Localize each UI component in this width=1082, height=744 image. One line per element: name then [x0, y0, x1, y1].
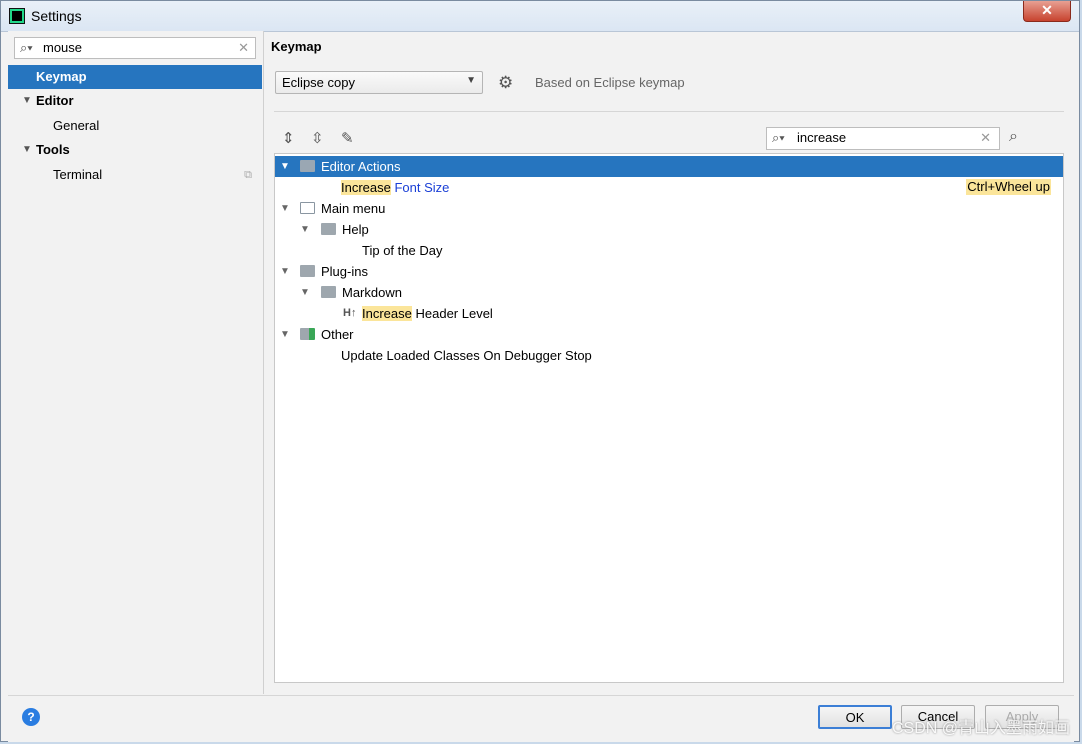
search-match-highlight: Increase — [362, 306, 412, 321]
search-icon: ⌕▾ — [20, 40, 33, 55]
sidebar-item-label: Keymap — [36, 69, 87, 84]
sidebar-item-general[interactable]: General — [8, 114, 262, 138]
tree-node-label: Main menu — [321, 201, 386, 216]
shortcut-badge: Ctrl+Wheel up — [966, 179, 1051, 195]
action-name: Header Level — [411, 306, 493, 321]
settings-sidebar: ⌕▾ ✕ Keymap ▼ Editor General ▼ Tools Ter… — [8, 31, 264, 694]
sidebar-item-label: Terminal — [53, 167, 103, 182]
clear-search-icon[interactable]: ✕ — [238, 40, 249, 56]
search-icon: ⌕▾ — [772, 130, 785, 145]
sidebar-item-keymap[interactable]: Keymap — [8, 65, 262, 89]
tree-node-label: Increase Font Size — [341, 177, 449, 198]
clear-filter-icon[interactable]: ✕ — [980, 130, 991, 146]
tree-node-main-menu[interactable]: ▼ Main menu — [275, 198, 1063, 219]
action-name: Font Size — [390, 180, 450, 195]
keymap-filter-input[interactable] — [797, 130, 977, 145]
based-on-label: Based on Eclipse keymap — [535, 75, 685, 90]
chevron-down-icon[interactable]: ▼ — [22, 138, 32, 162]
dialog-footer: ? OK Cancel Apply CSDN @青山入墨雨如画 — [8, 695, 1074, 742]
tree-node-plugins[interactable]: ▼ Plug-ins — [275, 261, 1063, 282]
title-bar: Settings ✕ — [1, 1, 1079, 32]
tree-node-update-loaded-classes[interactable]: Update Loaded Classes On Debugger Stop — [275, 345, 1063, 366]
tree-node-label: Editor Actions — [321, 159, 401, 174]
pycharm-app-icon — [9, 8, 25, 24]
find-by-shortcut-icon[interactable]: ⌕ — [1009, 128, 1018, 146]
folder-icon — [300, 265, 315, 277]
watermark: CSDN @青山入墨雨如画 — [891, 720, 1070, 737]
tree-node-markdown[interactable]: ▼ Markdown — [275, 282, 1063, 303]
keymap-filter[interactable]: ⌕▾ ✕ — [766, 127, 1000, 150]
tree-node-help[interactable]: ▼ Help — [275, 219, 1063, 240]
keymap-panel: Keymap Eclipse copy ▼ ⚙ Based on Eclipse… — [264, 31, 1074, 694]
tree-node-label: Help — [342, 222, 369, 237]
keymap-select-value: Eclipse copy — [282, 75, 355, 90]
collapse-all-icon[interactable]: ⇳ — [311, 129, 324, 147]
page-title: Keymap — [271, 39, 322, 54]
folder-icon — [321, 223, 336, 235]
settings-search-input[interactable] — [43, 40, 233, 55]
chevron-down-icon[interactable]: ▼ — [300, 282, 310, 303]
tree-node-label: Update Loaded Classes On Debugger Stop — [341, 348, 592, 363]
window-title: Settings — [31, 8, 82, 24]
chevron-down-icon[interactable]: ▼ — [300, 219, 310, 240]
settings-search[interactable]: ⌕▾ ✕ — [14, 37, 256, 59]
search-match-highlight: Increase — [341, 180, 391, 195]
help-icon[interactable]: ? — [22, 708, 40, 726]
gear-icon[interactable]: ⚙ — [498, 73, 513, 93]
tree-node-label: Markdown — [342, 285, 402, 300]
tree-node-editor-actions[interactable]: ▼ Editor Actions — [275, 156, 1063, 177]
sidebar-item-label: General — [53, 118, 100, 133]
chevron-down-icon[interactable]: ▼ — [280, 261, 290, 282]
chevron-down-icon[interactable]: ▼ — [22, 89, 32, 113]
ok-button[interactable]: OK — [818, 705, 892, 729]
sidebar-item-terminal[interactable]: Terminal ⧉ — [8, 163, 262, 187]
sidebar-item-tools[interactable]: ▼ Tools — [8, 138, 262, 162]
close-window-button[interactable]: ✕ — [1023, 1, 1071, 22]
tree-node-label: Other — [321, 327, 354, 342]
project-settings-icon: ⧉ — [244, 169, 252, 181]
sidebar-item-editor[interactable]: ▼ Editor — [8, 89, 262, 113]
keymap-select[interactable]: Eclipse copy ▼ — [275, 71, 483, 94]
other-actions-icon — [300, 328, 315, 340]
tree-node-other[interactable]: ▼ Other — [275, 324, 1063, 345]
tree-node-increase-font-size[interactable]: Increase Font Size Ctrl+Wheel up — [275, 177, 1063, 198]
sidebar-item-label: Editor — [36, 93, 74, 108]
keymap-tree[interactable]: ▼ Editor Actions Increase Font Size Ctrl… — [274, 153, 1064, 683]
chevron-down-icon[interactable]: ▼ — [280, 156, 290, 177]
tree-node-label: Plug-ins — [321, 264, 368, 279]
edit-shortcut-icon[interactable]: ✎ — [341, 129, 354, 147]
tree-node-increase-header-level[interactable]: H↑ Increase Header Level — [275, 303, 1063, 324]
chevron-down-icon[interactable]: ▼ — [280, 198, 290, 219]
header-level-icon: H↑ — [343, 307, 357, 319]
chevron-down-icon[interactable]: ▼ — [280, 324, 290, 345]
tree-node-label: Tip of the Day — [362, 243, 443, 258]
chevron-down-icon: ▼ — [466, 75, 476, 86]
expand-all-icon[interactable]: ⇕ — [282, 129, 295, 147]
folder-icon — [321, 286, 336, 298]
tree-node-tip-of-the-day[interactable]: Tip of the Day — [275, 240, 1063, 261]
tree-node-label: Increase Header Level — [362, 303, 493, 324]
editor-actions-icon — [300, 160, 315, 172]
sidebar-item-label: Tools — [36, 142, 70, 157]
settings-window: Settings ✕ ⌕▾ ✕ Keymap ▼ Editor General … — [0, 0, 1080, 742]
menu-icon — [300, 202, 315, 214]
divider — [274, 111, 1064, 112]
